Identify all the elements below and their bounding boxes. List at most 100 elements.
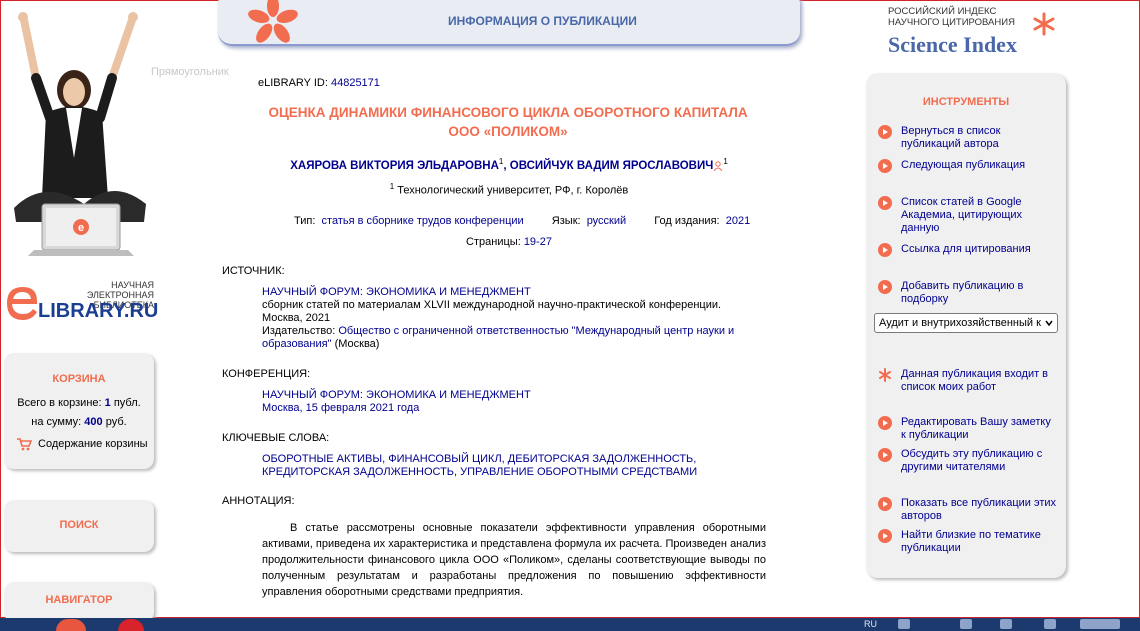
keywords-label: КЛЮЧЕВЫЕ СЛОВА: — [222, 432, 330, 444]
authors-line: ХАЯРОВА ВИКТОРИЯ ЭЛЬДАРОВНА 1, ОВСИЙЧУК В… — [218, 157, 800, 172]
chevron-down-icon — [1045, 320, 1053, 327]
tool-add-to-collection[interactable]: Добавить публикацию в подборку — [878, 280, 1058, 306]
tray-icon[interactable] — [1000, 619, 1012, 629]
tool-label: Следующая публикация — [901, 159, 1026, 171]
chrome-taskbar-icon[interactable] — [56, 619, 86, 631]
source-label: ИСТОЧНИК: — [222, 265, 285, 277]
arrow-circle-icon — [878, 125, 892, 139]
title-line-2: ООО «ПОЛИКОМ» — [448, 124, 568, 139]
elib-tagline-1: НАУЧНАЯ ЭЛЕКТРОННАЯ — [86, 280, 154, 300]
language-value: русский — [586, 215, 627, 227]
author-separator: , — [503, 159, 507, 172]
collection-select-value: Аудит и внутрихозяйственный к — [879, 317, 1041, 329]
tool-discuss[interactable]: Обсудить эту публикацию с другими читате… — [878, 448, 1058, 474]
tools-panel: ИНСТРУМЕНТЫ Вернуться в список публикаци… — [866, 73, 1066, 578]
search-panel[interactable]: ПОИСК — [4, 500, 154, 552]
cart-count-value: 1 — [104, 397, 111, 409]
publisher-label: Издательство: — [262, 325, 336, 337]
type-value: статья в сборнике трудов конференции — [321, 215, 524, 227]
tool-label: Добавить публикацию в подборку — [901, 280, 1024, 305]
tray-icon[interactable] — [960, 619, 972, 629]
shopping-cart-icon — [17, 438, 32, 451]
language-label: Язык: — [551, 215, 581, 227]
elibrary-id-value: 44825171 — [330, 77, 380, 89]
elib-wordmark: LIBRARY.RU — [38, 300, 159, 322]
tool-label: Обсудить эту публикацию с другими читате… — [901, 448, 1043, 473]
asterisk-icon — [248, 0, 298, 43]
author-contact-icon[interactable] — [713, 161, 723, 171]
arrow-circle-icon — [878, 416, 892, 430]
search-title: ПОИСК — [59, 519, 99, 531]
left-sidebar: e НАУЧНАЯ ЭЛЕКТРОННАЯ БИБЛИОТЕКА LIBRARY… — [0, 0, 160, 622]
affiliation: 1 Технологический университет, РФ, г. Ко… — [218, 182, 800, 197]
collection-select[interactable]: Аудит и внутрихозяйственный к — [874, 313, 1058, 333]
tool-label: Ссылка для цитирования — [901, 243, 1031, 255]
tray-icon[interactable] — [898, 619, 910, 629]
tool-in-my-works[interactable]: Данная публикация входит в список моих р… — [878, 368, 1058, 394]
tool-label: Вернуться в список публикаций автора — [901, 125, 1001, 150]
pages-row: Страницы: 19-27 — [218, 236, 800, 248]
source-title-link[interactable]: НАУЧНЫЙ ФОРУМ: ЭКОНОМИКА И МЕНЕДЖМЕНТ — [262, 286, 762, 299]
tray-icon[interactable] — [1044, 619, 1056, 629]
cart-panel: КОРЗИНА Всего в корзине: 1 публ. на сумм… — [4, 353, 154, 469]
tray-clock[interactable] — [1080, 619, 1120, 629]
cart-count-line: Всего в корзине: 1 публ. — [4, 395, 154, 412]
publication-info-banner: ИНФОРМАЦИЯ О ПУБЛИКАЦИИ — [218, 0, 800, 46]
asterisk-icon — [1033, 12, 1055, 36]
rinc-line-1: РОССИЙСКИЙ ИНДЕКС — [888, 6, 997, 17]
arrow-circle-icon — [878, 280, 892, 294]
elib-e-icon — [7, 287, 37, 320]
cart-contents-link[interactable]: Содержание корзины — [16, 437, 154, 451]
science-index-logo[interactable]: РОССИЙСКИЙ ИНДЕКС НАУЧНОГО ЦИТИРОВАНИЯ S… — [888, 6, 1058, 57]
title-line-1: ОЦЕНКА ДИНАМИКИ ФИНАНСОВОГО ЦИКЛА ОБОРОТ… — [268, 105, 748, 120]
year-label: Год издания: — [654, 215, 720, 227]
elibrary-id: eLIBRARY ID: 44825171 — [258, 77, 380, 89]
page-title: ИНФОРМАЦИЯ О ПУБЛИКАЦИИ — [448, 14, 637, 28]
affiliation-text: Технологический университет, РФ, г. Коро… — [397, 184, 629, 197]
elibrary-logo[interactable]: НАУЧНАЯ ЭЛЕКТРОННАЯ БИБЛИОТЕКА LIBRARY.R… — [4, 278, 158, 328]
os-taskbar: RU — [0, 618, 1140, 631]
arrow-circle-icon — [878, 529, 892, 543]
tool-similar-publications[interactable]: Найти близкие по тематике публикации — [878, 529, 1058, 555]
keywords-list[interactable]: ОБОРОТНЫЕ АКТИВЫ, ФИНАНСОВЫЙ ЦИКЛ, ДЕБИТ… — [262, 453, 762, 479]
cart-title: КОРЗИНА — [52, 373, 106, 385]
tool-label: Показать все публикации этих авторов — [901, 497, 1057, 522]
cart-count-prefix: Всего в корзине: — [17, 397, 102, 409]
opera-taskbar-icon[interactable] — [118, 619, 144, 631]
arrow-circle-icon — [878, 448, 892, 462]
source-block: НАУЧНЫЙ ФОРУМ: ЭКОНОМИКА И МЕНЕДЖМЕНТ сб… — [262, 286, 762, 351]
hero-illustration: e — [14, 12, 146, 256]
tray-language[interactable]: RU — [864, 619, 877, 629]
tool-edit-note[interactable]: Редактировать Вашу заметку к публикации — [878, 416, 1058, 442]
cart-sum-line: на сумму: 400 руб. — [4, 414, 154, 431]
pages-value: 19-27 — [523, 236, 552, 248]
source-description: сборник статей по материалам XLVII между… — [262, 299, 722, 324]
author-2-link[interactable]: ОВСИЙЧУК ВАДИМ ЯРОСЛАВОВИЧ — [510, 160, 714, 172]
tool-next-publication[interactable]: Следующая публикация — [878, 159, 1058, 173]
asterisk-icon — [879, 368, 891, 382]
type-label: Тип: — [294, 215, 316, 227]
tool-google-scholar[interactable]: Список статей в Google Академиа, цитирую… — [878, 196, 1058, 235]
rinc-line-2: НАУЧНОГО ЦИТИРОВАНИЯ — [888, 17, 1015, 28]
abstract-label: АННОТАЦИЯ: — [222, 495, 295, 507]
arrow-circle-icon — [878, 159, 892, 173]
publisher-line: Издательство: Общество с ограниченной от… — [262, 325, 762, 351]
svg-text:e: e — [78, 222, 84, 234]
conference-title-link[interactable]: НАУЧНЫЙ ФОРУМ: ЭКОНОМИКА И МЕНЕДЖМЕНТ — [262, 389, 762, 402]
affiliation-sup: 1 — [389, 182, 395, 191]
tool-all-author-publications[interactable]: Показать все публикации этих авторов — [878, 497, 1058, 523]
tool-label: Найти близкие по тематике публикации — [901, 529, 1041, 554]
tools-title: ИНСТРУМЕНТЫ — [922, 96, 1010, 108]
tool-label: Список статей в Google Академиа, цитирую… — [901, 196, 1023, 234]
navigator-panel[interactable]: НАВИГАТОР — [4, 582, 154, 622]
tool-back-to-author-list[interactable]: Вернуться в список публикаций автора — [878, 125, 1058, 151]
tool-citation-link[interactable]: Ссылка для цитирования — [878, 243, 1058, 257]
author-2-affil-sup: 1 — [723, 157, 728, 166]
cart-count-unit: публ. — [113, 397, 141, 409]
cart-contents-label: Содержание корзины — [38, 438, 148, 450]
author-1-link[interactable]: ХАЯРОВА ВИКТОРИЯ ЭЛЬДАРОВНА — [290, 160, 499, 172]
elibrary-id-label: eLIBRARY ID: — [258, 77, 328, 89]
science-index-wordmark: Science Index — [888, 32, 1017, 57]
navigator-title: НАВИГАТОР — [45, 594, 113, 606]
publication-title: ОЦЕНКА ДИНАМИКИ ФИНАНСОВОГО ЦИКЛА ОБОРОТ… — [248, 103, 768, 141]
